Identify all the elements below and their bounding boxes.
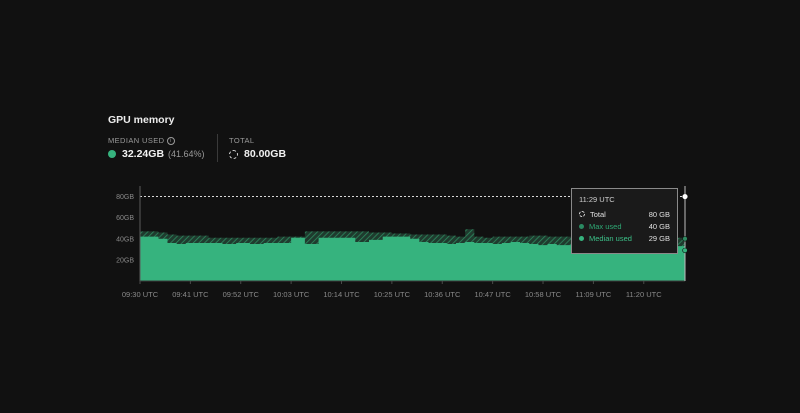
x-tick-label: 09:41 UTC: [172, 290, 209, 299]
tooltip-row-median: Median used 29 GB: [579, 232, 670, 244]
hover-point-max: [682, 236, 688, 242]
tooltip-median-label: Median used: [589, 233, 632, 243]
x-tick-label: 10:47 UTC: [475, 290, 512, 299]
x-tick-label: 09:30 UTC: [122, 290, 159, 299]
hover-point-total: [682, 193, 688, 200]
x-tick-label: 10:58 UTC: [525, 290, 562, 299]
hover-point-median: [682, 247, 688, 254]
tooltip-total-value: 80 GB: [648, 209, 670, 219]
tooltip-row-max: Max used 40 GB: [579, 220, 670, 232]
max-used-dot-icon: [579, 223, 584, 229]
x-tick-label: 10:25 UTC: [374, 290, 411, 299]
tooltip-total-label: Total: [590, 209, 606, 219]
tooltip-time: 11:29 UTC: [579, 195, 615, 204]
gpu-memory-chart[interactable]: 20GB 40GB 60GB 80GB 09:30 UTC 09:41 UTC 09:52 …: [0, 0, 800, 413]
x-tick-label: 11:20 UTC: [626, 290, 662, 299]
y-tick-label: 40GB: [116, 236, 134, 243]
tooltip-max-label: Max used: [589, 221, 622, 231]
hover-tooltip: 11:29 UTC Total 80 GB Max used 40 GB Med…: [571, 188, 678, 254]
x-tick-label: 10:03 UTC: [273, 290, 310, 299]
x-tick-label: 11:09 UTC: [576, 290, 612, 299]
tooltip-row-total: Total 80 GB: [579, 208, 670, 220]
y-tick-label: 20GB: [116, 257, 134, 264]
x-tick-label: 10:36 UTC: [424, 290, 461, 299]
x-tick-label: 10:14 UTC: [323, 290, 360, 299]
tooltip-max-value: 40 GB: [648, 221, 670, 231]
tooltip-median-value: 29 GB: [648, 233, 670, 243]
median-used-dot-icon: [579, 235, 584, 241]
y-tick-label: 60GB: [116, 215, 134, 222]
y-tick-label: 80GB: [116, 194, 134, 201]
x-tick-label: 09:52 UTC: [223, 290, 260, 299]
total-dot-icon: [579, 211, 585, 217]
